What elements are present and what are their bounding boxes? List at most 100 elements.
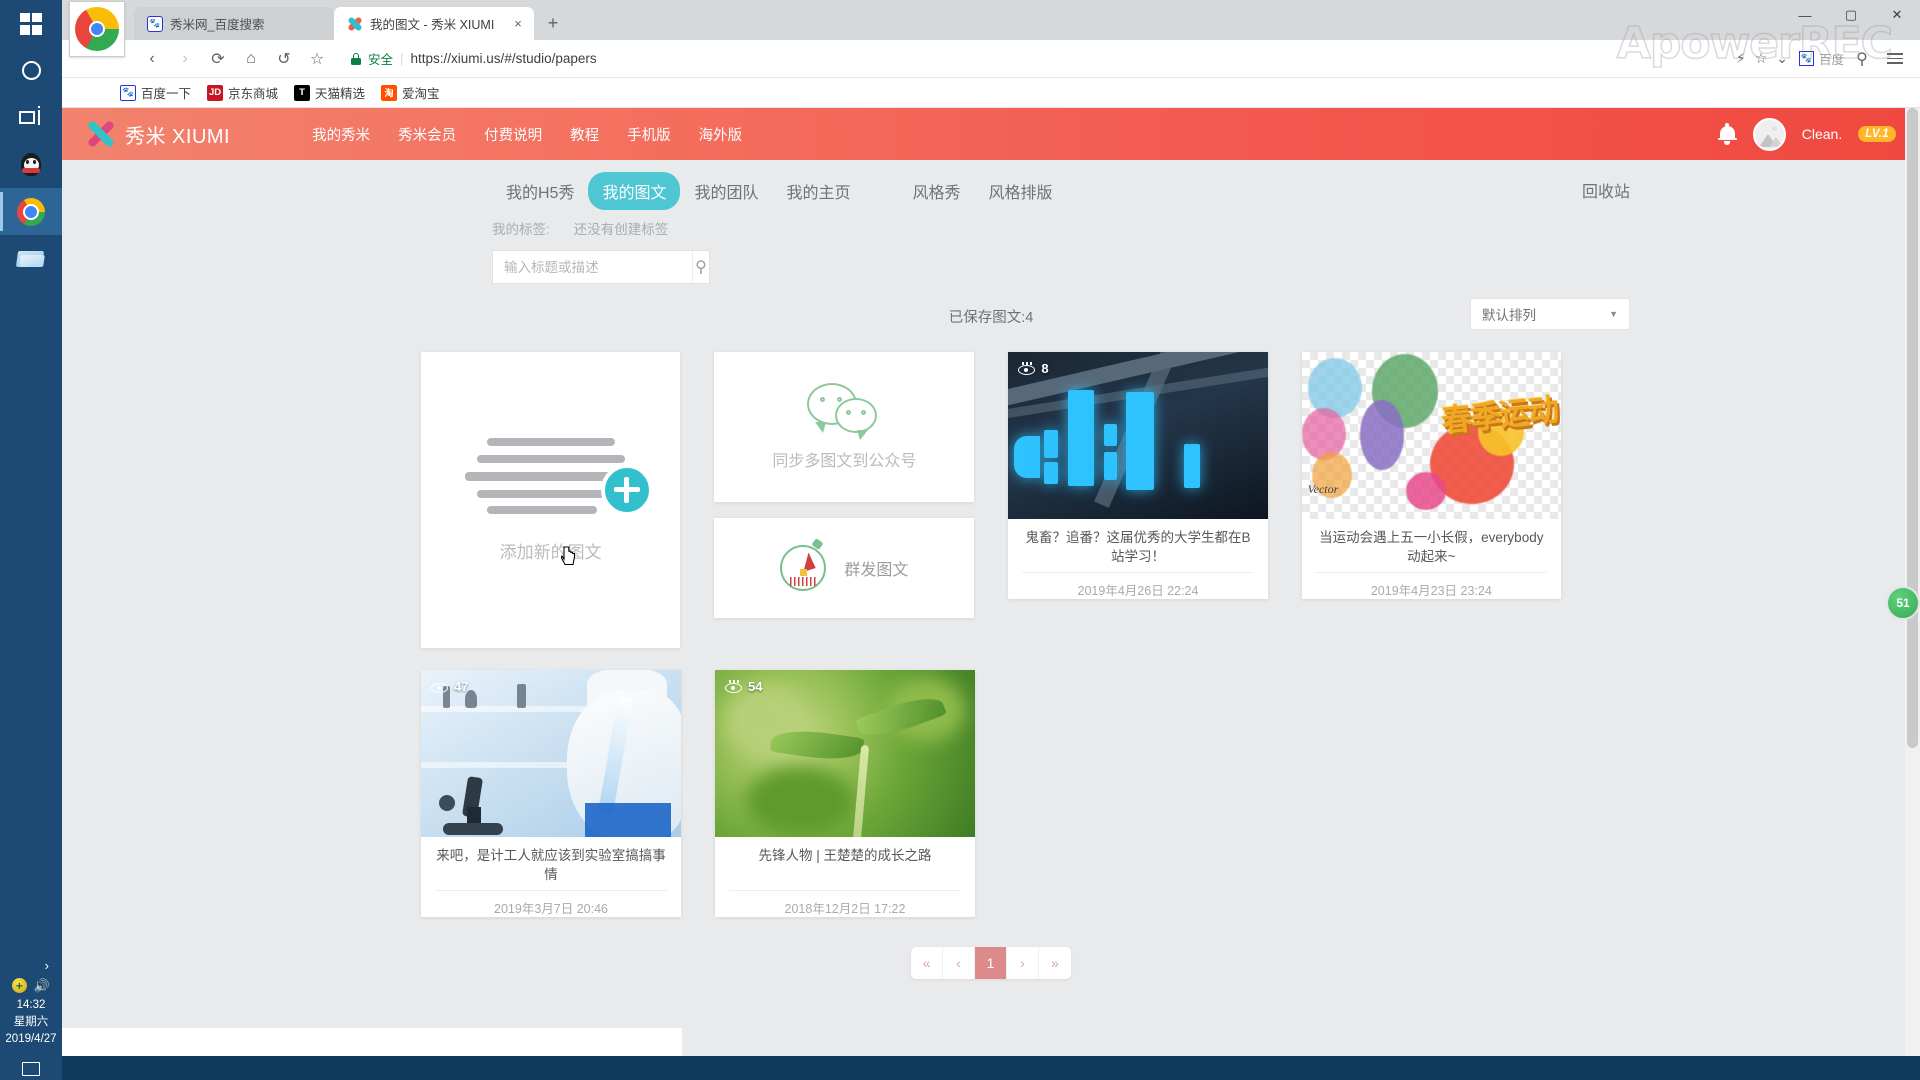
pagination-next-button[interactable]: › — [1007, 947, 1039, 979]
security-shield-icon[interactable] — [11, 978, 27, 993]
paper-card[interactable]: 春季运动 Vector 当运动会遇上五一小长假，everybody动起来~ 20… — [1301, 352, 1561, 599]
nav-item-pricing[interactable]: 付费说明 — [484, 124, 542, 145]
address-bar-url: https://xiumi.us/#/studio/papers — [410, 51, 597, 66]
browser-tab-1-title: 秀米网_百度搜索 — [170, 18, 265, 32]
volume-icon[interactable]: 🔊 — [34, 979, 50, 992]
window-minimize-button[interactable]: — — [1782, 0, 1828, 30]
bell-icon[interactable] — [1717, 122, 1737, 145]
xiumi-brand-text: 秀米 XIUMI — [125, 125, 231, 148]
browser-toolbar: ‹ › ⟳ ⌂ ↺ ☆ 安全 | https://xiumi.us/#/stud… — [62, 40, 1920, 78]
tab-my-h5[interactable]: 我的H5秀 — [492, 172, 588, 210]
tray-expand-icon[interactable]: › — [0, 958, 62, 974]
chevron-down-icon[interactable]: ⌄ — [1776, 50, 1788, 67]
sync-to-wechat-label: 同步多图文到公众号 — [772, 453, 917, 470]
paper-date: 2018年12月2日 17:22 — [729, 890, 961, 917]
xiumi-logo-icon — [86, 119, 116, 149]
sort-dropdown[interactable]: 默认排列 ▼ — [1470, 298, 1630, 330]
nav-item-overseas[interactable]: 海外版 — [699, 124, 743, 145]
clock-time[interactable]: 14:32 — [17, 998, 46, 1013]
new-tab-button[interactable]: + — [540, 13, 566, 34]
window-controls: — ▢ ✕ — [1782, 0, 1920, 30]
tab-my-papers[interactable]: 我的图文 — [588, 172, 681, 210]
tab-style-shows[interactable]: 风格秀 — [899, 172, 975, 210]
chrome-app-button[interactable] — [69, 1, 125, 57]
paper-title: 鬼畜？追番？这届优秀的大学生都在B站学习！ — [1025, 530, 1251, 564]
bookmark-item-taobao[interactable]: 淘 爱淘宝 — [381, 83, 440, 102]
username-label: Clean. — [1801, 126, 1843, 142]
back-button[interactable]: ‹ — [137, 44, 167, 74]
cortana-circle-icon — [21, 61, 41, 80]
scrollbar-thumb[interactable] — [1907, 108, 1918, 748]
clock-date[interactable]: 2019/4/27 — [5, 1032, 56, 1047]
start-button[interactable] — [0, 0, 62, 47]
address-bar[interactable]: 安全 | https://xiumi.us/#/studio/papers — [341, 45, 1727, 73]
avatar[interactable] — [1752, 117, 1786, 151]
search-icon[interactable]: ⚲ — [692, 251, 709, 283]
bookmark-label: 百度一下 — [141, 87, 192, 101]
cortana-button[interactable] — [0, 47, 62, 94]
mass-send-card[interactable]: 群发图文 — [714, 518, 975, 618]
bookmark-star-button[interactable]: ☆ — [302, 44, 332, 74]
pagination-last-button[interactable]: » — [1039, 947, 1071, 979]
page-scrollbar[interactable] — [1905, 108, 1920, 1056]
chrome-icon — [17, 197, 45, 226]
bookmark-item-jd[interactable]: JD 京东商城 — [207, 83, 278, 102]
sync-to-wechat-card[interactable]: 同步多图文到公众号 — [714, 352, 975, 502]
clock-weekday[interactable]: 星期六 — [14, 1015, 49, 1030]
window-close-button[interactable]: ✕ — [1874, 0, 1920, 30]
pagination-prev-button[interactable]: ‹ — [943, 947, 975, 979]
view-count: 54 — [725, 679, 762, 694]
level-badge: LV.1 — [1858, 126, 1896, 142]
lightning-icon[interactable]: ⚡ — [1736, 50, 1746, 67]
bottom-white-strip — [62, 1028, 682, 1056]
browser-tab-2[interactable]: 我的图文 - 秀米 XIUMI × — [334, 7, 534, 40]
task-view-button[interactable] — [0, 94, 62, 141]
tab-my-homepage[interactable]: 我的主页 — [773, 172, 865, 210]
star-icon[interactable]: ☆ — [1755, 50, 1768, 67]
notification-center-icon[interactable] — [22, 1062, 40, 1080]
view-count-value: 47 — [454, 679, 469, 694]
sort-selected-value: 默认排列 — [1482, 308, 1536, 323]
pagination-first-button[interactable]: « — [911, 947, 943, 979]
browser-tab-1[interactable]: 🐾 秀米网_百度搜索 — [134, 7, 334, 40]
window-maximize-button[interactable]: ▢ — [1828, 0, 1874, 30]
tab-style-layouts[interactable]: 风格排版 — [975, 172, 1067, 210]
pagination-page-1[interactable]: 1 — [975, 947, 1007, 979]
paper-card[interactable]: 8 鬼畜？追番？这届优秀的大学生都在B站学习！ 2019年4月26日 22:24 — [1008, 352, 1268, 599]
tags-label: 我的标签: — [492, 222, 550, 237]
reload-button[interactable]: ⟳ — [203, 44, 233, 74]
nav-item-my-xiumi[interactable]: 我的秀米 — [312, 124, 370, 145]
home-button[interactable]: ⌂ — [236, 44, 266, 74]
nav-item-tutorial[interactable]: 教程 — [570, 124, 599, 145]
paper-title: 来吧，是计工人就应该到实验室搞搞事情 — [436, 848, 666, 882]
eye-icon — [431, 681, 448, 693]
bookmark-item-tmall[interactable]: T 天猫精选 — [294, 83, 365, 102]
taskbar-item-chrome[interactable] — [0, 188, 62, 235]
search-box[interactable]: ⚲ — [492, 250, 710, 284]
xiumi-logo[interactable]: 秀米 XIUMI — [86, 119, 230, 149]
hamburger-menu-icon[interactable] — [1880, 44, 1910, 74]
paper-title: 当运动会遇上五一小长假，everybody动起来~ — [1319, 530, 1544, 564]
chrome-icon — [75, 7, 119, 51]
paper-card[interactable]: 47 来吧，是计工人就应该到实验室搞搞事情 2019年3月7日 20:46 — [421, 670, 681, 917]
pagination: « ‹ 1 › » — [421, 947, 1561, 979]
forward-button[interactable]: › — [170, 44, 200, 74]
eye-icon — [1018, 361, 1036, 375]
taskbar-item-qq[interactable] — [0, 141, 62, 188]
tab-my-team[interactable]: 我的团队 — [680, 172, 772, 210]
undo-button[interactable]: ↺ — [269, 44, 299, 74]
tab-close-icon[interactable]: × — [510, 16, 526, 31]
paper-card[interactable]: 54 先锋人物 | 王楚楚的成长之路 2018年12月2日 17:22 — [715, 670, 975, 917]
search-icon[interactable]: ⚲ — [1847, 44, 1877, 74]
bookmark-item-baidu[interactable]: 🐾 百度一下 — [120, 83, 191, 102]
search-input[interactable] — [493, 251, 692, 283]
view-count-value: 8 — [1041, 361, 1049, 376]
search-engine-chip[interactable]: 🐾 百度 — [1798, 49, 1844, 68]
nav-item-mobile[interactable]: 手机版 — [627, 124, 671, 145]
recycle-bin-link[interactable]: 回收站 — [1582, 178, 1630, 202]
nav-item-membership[interactable]: 秀米会员 — [398, 124, 456, 145]
omnibox-divider: | — [400, 51, 404, 66]
floating-counter-badge[interactable]: 51 — [1886, 586, 1920, 620]
taskbar-item-explorer[interactable] — [0, 235, 62, 282]
add-new-paper-card[interactable]: 添加新的图文 — [421, 352, 681, 648]
